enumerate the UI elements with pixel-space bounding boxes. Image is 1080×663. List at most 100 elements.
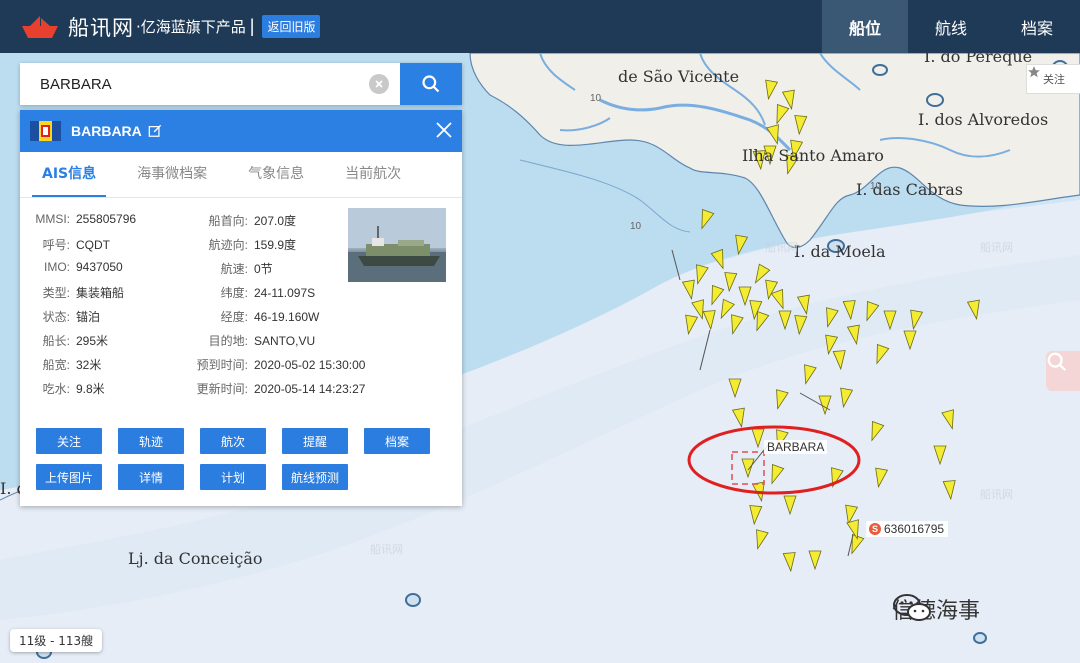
panel-tabs: AIS信息 海事微档案 气象信息 当前航次 bbox=[20, 152, 462, 198]
mmsi-label-text: 636016795 bbox=[884, 522, 945, 536]
edit-icon[interactable] bbox=[148, 124, 162, 138]
top-bar: 船讯网 ·亿海蓝旗下产品 | 返回旧版 船位 航线 档案 bbox=[0, 0, 1080, 53]
place-label: I. dos Alvoredos bbox=[918, 110, 1049, 129]
nav-item-ship-position[interactable]: 船位 bbox=[822, 0, 908, 53]
info-value: 24-11.097S bbox=[254, 286, 316, 300]
info-key: 船长: bbox=[42, 334, 70, 348]
place-label: Ilha Santo Amaro bbox=[742, 146, 884, 165]
info-row: 预到时间: 2020-05-02 15:30:00 bbox=[182, 356, 366, 373]
details-button[interactable]: 详情 bbox=[118, 464, 184, 490]
info-row: 目的地: SANTO,VU bbox=[182, 332, 315, 349]
route-forecast-button[interactable]: 航线预测 bbox=[282, 464, 348, 490]
depth-label: 10 bbox=[590, 93, 602, 104]
info-value: 295米 bbox=[76, 334, 109, 348]
search-icon bbox=[1047, 352, 1067, 372]
star-icon bbox=[1028, 66, 1040, 78]
place-label: de São Vicente bbox=[618, 67, 740, 86]
info-value: 2020-05-14 14:23:27 bbox=[254, 382, 366, 396]
info-row: 呼号: CQDT bbox=[22, 236, 110, 253]
ship-logo-icon bbox=[22, 15, 58, 38]
info-row: 船长: 295米 bbox=[22, 332, 108, 349]
info-value: 集装箱船 bbox=[76, 286, 125, 300]
old-version-button[interactable]: 返回旧版 bbox=[262, 15, 321, 38]
tab-current-voyage[interactable]: 当前航次 bbox=[335, 152, 411, 197]
follow-button-label: 关注 bbox=[1043, 74, 1065, 86]
alert-button[interactable]: 提醒 bbox=[282, 428, 348, 454]
vessel-search bbox=[20, 63, 462, 105]
info-key: 航速: bbox=[220, 262, 248, 276]
info-key: IMO: bbox=[44, 260, 70, 274]
info-row: 纬度: 24-11.097S bbox=[182, 284, 316, 301]
nav-item-routes[interactable]: 航线 bbox=[908, 0, 994, 53]
info-row: 状态: 锚泊 bbox=[22, 308, 100, 325]
map-watermark: 船讯网 bbox=[370, 543, 403, 556]
logo-text: 船讯网 bbox=[68, 15, 134, 40]
logo[interactable]: 船讯网 ·亿海蓝旗下产品 | 返回旧版 bbox=[18, 0, 321, 53]
plan-button[interactable]: 计划 bbox=[200, 464, 266, 490]
info-key: 经度: bbox=[220, 310, 248, 324]
vessel-name: BARBARA bbox=[71, 123, 142, 139]
info-key: 类型: bbox=[42, 286, 70, 300]
info-row: MMSI: 255805796 bbox=[22, 212, 136, 226]
place-label: Lj. da Conceição bbox=[128, 549, 263, 568]
info-key: 预到时间: bbox=[196, 358, 248, 372]
upload-photo-button[interactable]: 上传图片 bbox=[36, 464, 102, 490]
place-label: I. da Moela bbox=[794, 242, 886, 261]
search-input[interactable] bbox=[20, 63, 369, 105]
info-row: IMO: 9437050 bbox=[22, 260, 123, 274]
follow-button[interactable]: 关注 bbox=[1026, 64, 1080, 94]
info-value: 207.0度 bbox=[254, 214, 297, 228]
map-watermark: 船讯网 bbox=[765, 241, 798, 254]
vessel-label-mmsi[interactable]: S 636016795 bbox=[866, 521, 949, 537]
archive-button[interactable]: 档案 bbox=[364, 428, 430, 454]
search-button[interactable] bbox=[400, 63, 462, 105]
place-label: I. do Pereque bbox=[924, 53, 1033, 66]
info-key: 船首向: bbox=[208, 214, 248, 228]
panel-header: BARBARA bbox=[20, 110, 462, 152]
wechat-icon bbox=[893, 594, 931, 621]
info-key: MMSI: bbox=[35, 212, 70, 226]
ais-info: MMSI: 255805796 呼号: CQDT IMO: 9437050 类型: 集装箱船状… bbox=[20, 198, 462, 422]
logo-subtitle: ·亿海蓝旗下产品 bbox=[136, 18, 246, 36]
track-button[interactable]: 轨迹 bbox=[118, 428, 184, 454]
info-key: 纬度: bbox=[220, 286, 248, 300]
flag-icon bbox=[30, 121, 61, 141]
logo-separator: | bbox=[249, 16, 255, 36]
map-search-button[interactable] bbox=[1046, 351, 1080, 391]
info-value: SANTO,VU bbox=[254, 334, 316, 348]
info-value: 锚泊 bbox=[76, 310, 101, 324]
main-nav: 船位 航线 档案 bbox=[822, 0, 1080, 53]
vessel-info-panel: BARBARA AIS信息 海事微档案 气象信息 当前航次 MMSI: 25580… bbox=[20, 110, 462, 506]
info-value: 9.8米 bbox=[76, 382, 105, 396]
info-row: 吃水: 9.8米 bbox=[22, 380, 105, 397]
shared-vessel-badge-icon: S bbox=[869, 523, 881, 535]
map-watermark: 船讯网 bbox=[980, 488, 1013, 501]
info-value: 46-19.160W bbox=[254, 310, 320, 324]
info-key: 状态: bbox=[42, 310, 70, 324]
info-row: 航迹向: 159.9度 bbox=[182, 236, 296, 253]
info-key: 呼号: bbox=[42, 238, 70, 252]
close-icon[interactable] bbox=[434, 120, 454, 140]
tab-maritime-archive[interactable]: 海事微档案 bbox=[127, 152, 217, 197]
info-key: 更新时间: bbox=[196, 382, 248, 396]
vessel-label-barbara[interactable]: BARBARA bbox=[764, 440, 828, 454]
info-value: 32米 bbox=[76, 358, 102, 372]
close-icon bbox=[375, 80, 383, 88]
tab-weather[interactable]: 气象信息 bbox=[238, 152, 314, 197]
voyage-button[interactable]: 航次 bbox=[200, 428, 266, 454]
zoom-level-badge: 11级 - 113艘 bbox=[10, 629, 103, 652]
info-row: 船首向: 207.0度 bbox=[182, 212, 296, 229]
info-row: 船宽: 32米 bbox=[22, 356, 102, 373]
brand-watermark: 信德海事 bbox=[892, 593, 980, 625]
info-key: 目的地: bbox=[208, 334, 248, 348]
ship-photo[interactable] bbox=[348, 208, 446, 282]
nav-item-archive[interactable]: 档案 bbox=[994, 0, 1080, 53]
info-value: 2020-05-02 15:30:00 bbox=[254, 358, 366, 372]
clear-search-button[interactable] bbox=[369, 74, 389, 94]
info-key: 吃水: bbox=[42, 382, 70, 396]
info-value: 255805796 bbox=[76, 212, 137, 226]
tab-ais-info[interactable]: AIS信息 bbox=[32, 152, 107, 197]
follow-button[interactable]: 关注 bbox=[36, 428, 102, 454]
info-row: 类型: 集装箱船 bbox=[22, 284, 124, 301]
depth-label: 10 bbox=[870, 181, 882, 192]
